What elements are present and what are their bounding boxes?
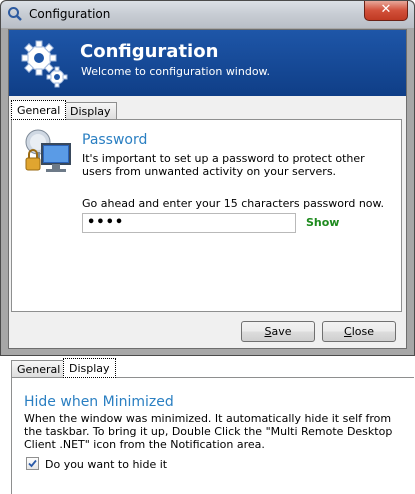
show-password-link[interactable]: Show bbox=[306, 216, 339, 229]
banner-subtitle: Welcome to configuration window. bbox=[81, 65, 271, 78]
tab-display[interactable]: Display bbox=[64, 102, 117, 119]
window-close-button[interactable]: ✕ bbox=[364, 1, 408, 21]
password-prompt: Go ahead and enter your 15 characters pa… bbox=[82, 197, 385, 210]
password-description: It's important to set up a password to p… bbox=[82, 152, 365, 178]
configuration-window: Configuration ✕ Configuration Welcome to… bbox=[0, 0, 415, 356]
hide-checkbox[interactable] bbox=[26, 457, 39, 470]
close-button-label: Close bbox=[344, 325, 374, 338]
banner-title: Configuration bbox=[80, 41, 219, 62]
check-icon bbox=[28, 459, 37, 468]
hide-minimized-heading: Hide when Minimized bbox=[24, 394, 174, 410]
header-banner: Configuration Welcome to configuration w… bbox=[9, 30, 406, 96]
general-tab-panel: Password It's important to set up a pass… bbox=[11, 119, 402, 312]
tab-display-secondary[interactable]: Display bbox=[63, 358, 116, 378]
password-heading: Password bbox=[82, 132, 148, 148]
hide-checkbox-label[interactable]: Do you want to hide it bbox=[45, 458, 167, 471]
tab-general-secondary[interactable]: General bbox=[11, 360, 67, 377]
close-button[interactable]: Close bbox=[322, 321, 396, 342]
title-bar[interactable]: Configuration ✕ bbox=[1, 1, 414, 28]
gears-icon bbox=[21, 40, 68, 88]
window-title: Configuration bbox=[29, 7, 111, 21]
search-icon bbox=[8, 7, 22, 21]
tab-general[interactable]: General bbox=[11, 100, 67, 120]
password-input[interactable]: •••• bbox=[82, 213, 296, 233]
hide-minimized-description: When the window was minimized. It automa… bbox=[24, 412, 393, 451]
close-icon: ✕ bbox=[380, 2, 392, 17]
client-area: Configuration Welcome to configuration w… bbox=[8, 29, 407, 349]
security-computer-icon bbox=[25, 129, 71, 172]
save-button-label: Save bbox=[264, 325, 292, 338]
save-button[interactable]: Save bbox=[241, 321, 315, 342]
